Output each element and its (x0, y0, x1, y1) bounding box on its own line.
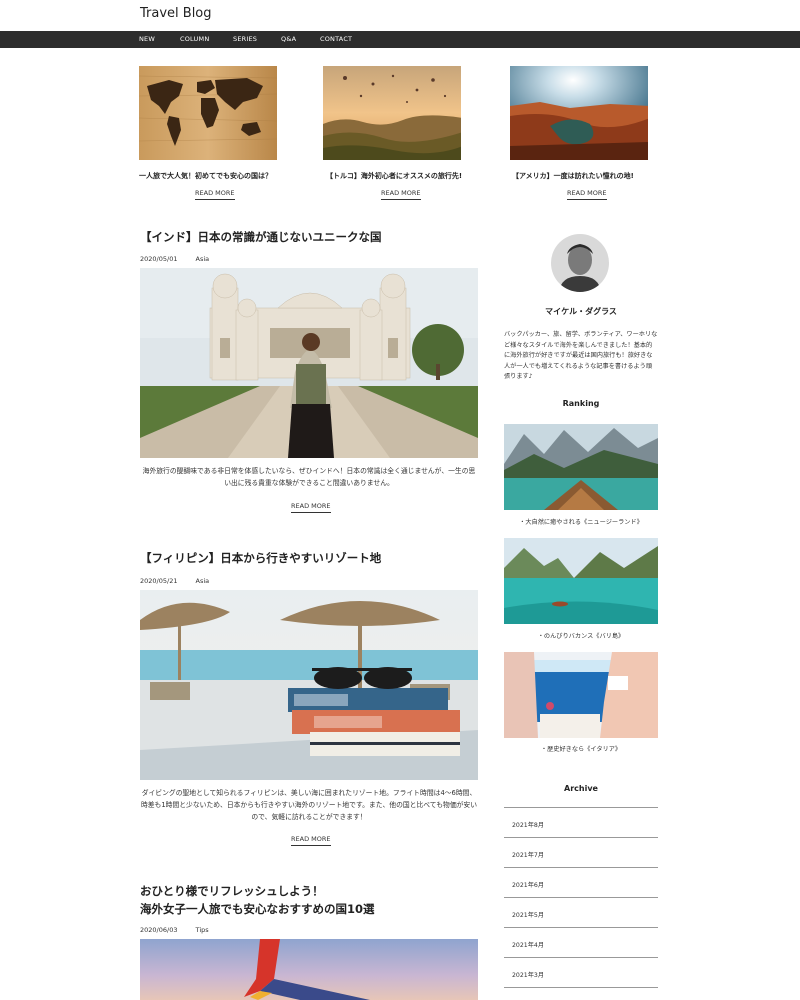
post-meta: 2020/05/01 Asia (140, 255, 225, 263)
featured-card (323, 66, 461, 160)
read-more-link[interactable]: READ MORE (567, 189, 607, 200)
post-date: 2020/05/01 (140, 255, 178, 263)
archive-item[interactable]: 2021年3月 (504, 958, 658, 988)
read-more-link[interactable]: READ MORE (195, 189, 235, 200)
ranking-heading: Ranking (562, 399, 600, 408)
archive-item[interactable]: 2021年8月 (504, 808, 658, 838)
post-title-line: 海外女子一人旅でも安心なおすすめの国10選 (140, 902, 375, 916)
post-category[interactable]: Asia (196, 255, 210, 263)
author-name: マイケル・ダグラス (545, 307, 617, 316)
author-avatar (551, 234, 609, 292)
ranking-image-bali[interactable] (504, 538, 658, 624)
post-date: 2020/05/21 (140, 577, 178, 585)
post-title[interactable]: 【インド】日本の常識が通じないユニークな国 (140, 228, 382, 246)
archive-item[interactable]: 2021年6月 (504, 868, 658, 898)
post-title[interactable]: おひとり様でリフレッシュしよう！ 海外女子一人旅でも安心なおすすめの国10選 (140, 882, 375, 918)
ranking-caption[interactable]: ・大自然に癒やされる《ニュージーランド》 (504, 517, 658, 526)
author-bio: バックパッカー、旅、留学、ボランティア、ワーホリなど様々なスタイルで海外を楽しん… (504, 331, 658, 380)
read-more-link[interactable]: READ MORE (381, 189, 421, 200)
ranking-caption[interactable]: ・のんびりバカンス《バリ島》 (504, 631, 658, 640)
post-meta: 2020/05/21 Asia (140, 577, 225, 585)
archive-list: 2021年8月 2021年7月 2021年6月 2021年5月 2021年4月 … (504, 807, 658, 988)
nav-item-new[interactable]: NEW (139, 35, 155, 43)
archive-item[interactable]: 2021年4月 (504, 928, 658, 958)
main-nav: NEW COLUMN SERIES Q&A CONTACT (0, 31, 800, 48)
airplane-wing-image[interactable] (140, 939, 478, 1000)
archive-heading: Archive (564, 784, 598, 793)
ranking-caption[interactable]: ・歴史好きなら《イタリア》 (504, 744, 658, 753)
post-title[interactable]: 【フィリピン】日本から行きやすいリゾート地 (140, 549, 381, 567)
hot-air-balloons-image[interactable] (323, 66, 461, 160)
nav-item-qa[interactable]: Q&A (281, 35, 296, 43)
canyon-image[interactable] (510, 66, 648, 160)
featured-title[interactable]: 一人旅で大人気！初めてでも安心の国は？ (139, 171, 272, 181)
post-meta: 2020/06/03 Tips (140, 926, 225, 934)
read-more-link[interactable]: READ MORE (291, 502, 331, 513)
featured-title[interactable]: 【アメリカ】一度は訪れたい憧れの地! (512, 171, 634, 181)
beach-books-image[interactable] (140, 590, 478, 780)
post-title-line: おひとり様でリフレッシュしよう！ (140, 884, 324, 898)
post-date: 2020/06/03 (140, 926, 178, 934)
traveler-palace-image[interactable] (140, 268, 478, 458)
post-excerpt: ダイビングの聖地として知られるフィリピンは、美しい海に囲まれたリゾート地。フライ… (140, 789, 478, 821)
read-more-link[interactable]: READ MORE (291, 835, 331, 846)
featured-card (139, 66, 277, 160)
featured-card (510, 66, 648, 160)
archive-item[interactable]: 2021年7月 (504, 838, 658, 868)
world-map-image[interactable] (139, 66, 277, 160)
featured-title[interactable]: 【トルコ】海外初心者にオススメの旅行先! (326, 171, 462, 181)
site-title[interactable]: Travel Blog (140, 6, 212, 21)
post-category[interactable]: Tips (196, 926, 209, 934)
nav-item-contact[interactable]: CONTACT (320, 35, 352, 43)
nav-item-column[interactable]: COLUMN (180, 35, 209, 43)
ranking-image-italy[interactable] (504, 652, 658, 738)
archive-item[interactable]: 2021年5月 (504, 898, 658, 928)
nav-item-series[interactable]: SERIES (233, 35, 257, 43)
post-excerpt: 海外旅行の醍醐味である非日常を体感したいなら、ぜひインドへ！日本の常識は全く通じ… (142, 467, 476, 487)
post-category[interactable]: Asia (196, 577, 210, 585)
ranking-image-new-zealand[interactable] (504, 424, 658, 510)
